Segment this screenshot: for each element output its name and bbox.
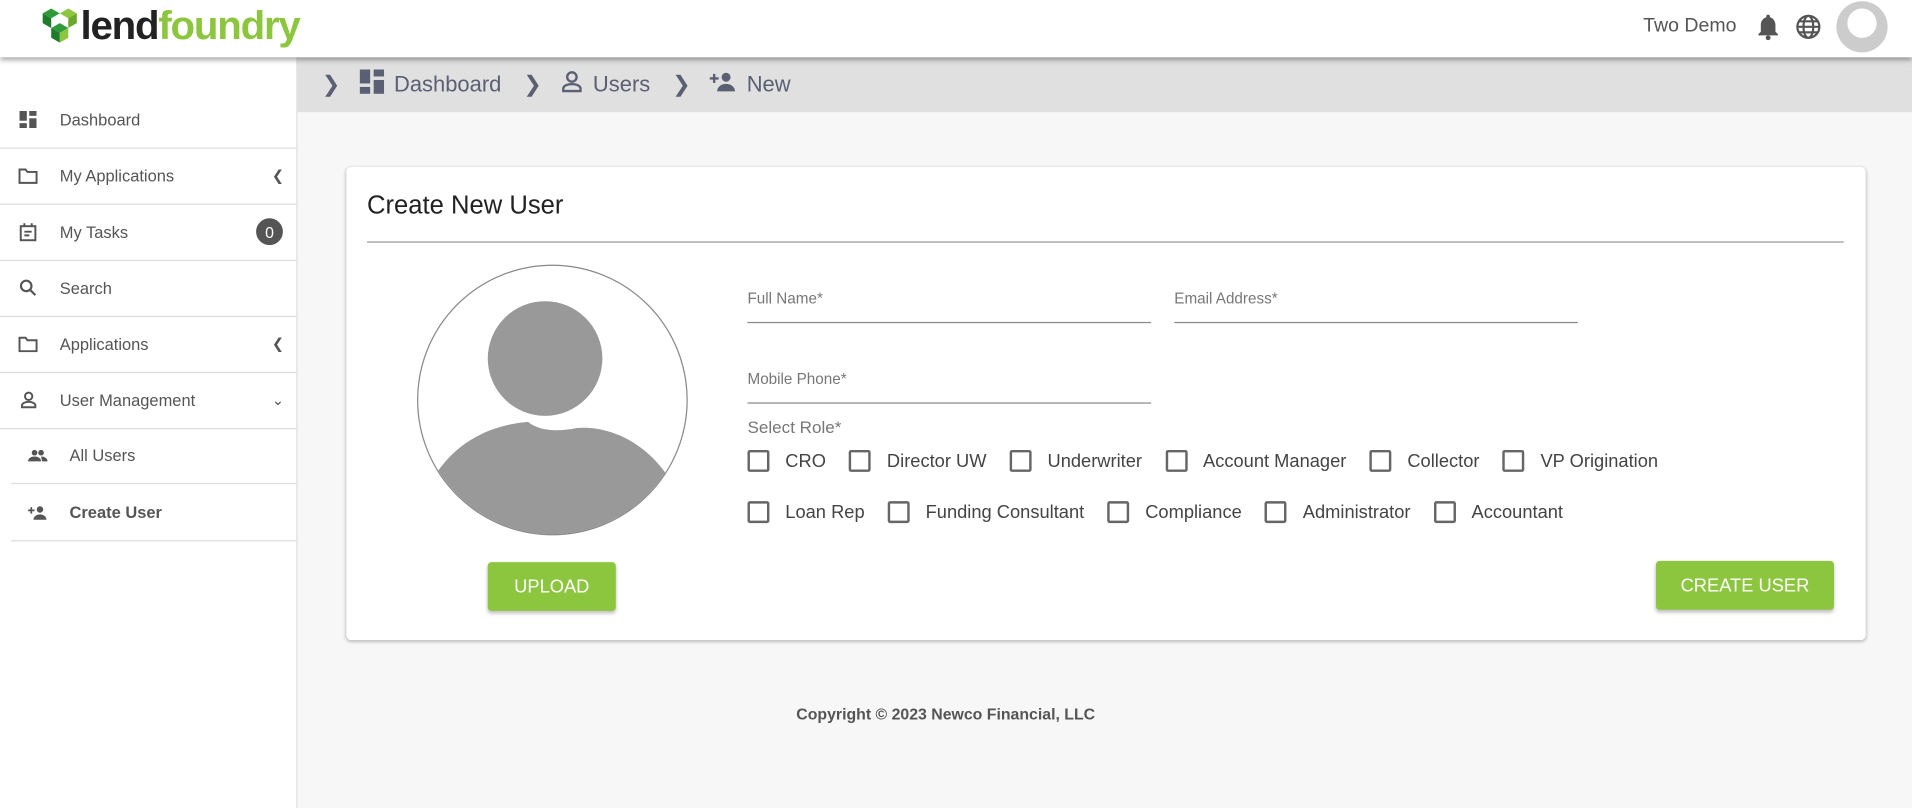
role-label: Compliance bbox=[1145, 501, 1242, 523]
sidebar-item-label: Applications bbox=[59, 334, 149, 354]
role-label: Collector bbox=[1407, 450, 1480, 472]
people-icon bbox=[28, 449, 48, 462]
email-label: Email Address* bbox=[1174, 290, 1278, 308]
dashboard-icon bbox=[359, 69, 385, 100]
chevron-down-icon: ⌄ bbox=[271, 391, 285, 409]
sidebar-item-label: My Tasks bbox=[59, 222, 129, 241]
chevron-right-icon: ❯ bbox=[321, 71, 341, 97]
role-label: Director UW bbox=[886, 450, 987, 472]
logo-text-foundry: foundry bbox=[158, 2, 300, 48]
person-icon bbox=[18, 391, 38, 409]
sidebar-item-all-users[interactable]: All Users bbox=[10, 428, 297, 485]
mobile-phone-input[interactable]: Mobile Phone* bbox=[747, 370, 1152, 404]
logo[interactable]: lend foundry bbox=[39, 2, 301, 48]
sidebar-item-label: Search bbox=[59, 278, 112, 297]
person-icon bbox=[561, 71, 583, 99]
role-checkbox-director-uw[interactable]: Director UW bbox=[849, 449, 987, 472]
roles-row-2: Loan Rep Funding Consultant Compliance A… bbox=[747, 501, 1586, 524]
email-input[interactable]: Email Address* bbox=[1174, 290, 1578, 324]
role-checkbox-underwriter[interactable]: Underwriter bbox=[1009, 449, 1143, 472]
chevron-left-icon: ❮ bbox=[271, 335, 285, 353]
person-add-icon bbox=[710, 72, 737, 98]
divider bbox=[367, 241, 1844, 243]
sidebar-item-label: My Applications bbox=[59, 166, 175, 185]
role-label: Accountant bbox=[1471, 501, 1564, 523]
role-checkbox-accountant[interactable]: Accountant bbox=[1433, 501, 1564, 524]
role-checkbox-collector[interactable]: Collector bbox=[1369, 449, 1480, 472]
user-name[interactable]: Two Demo bbox=[1643, 16, 1736, 38]
role-checkbox-funding-consultant[interactable]: Funding Consultant bbox=[887, 501, 1085, 524]
footer-copyright: Copyright © 2023 Newco Financial, LLC bbox=[796, 704, 1096, 724]
role-label: VP Origination bbox=[1540, 450, 1659, 472]
sidebar-item-user-management[interactable]: User Management ⌄ bbox=[0, 372, 297, 430]
create-user-button[interactable]: CREATE USER bbox=[1655, 560, 1834, 610]
role-label: Funding Consultant bbox=[925, 501, 1085, 523]
folder-icon bbox=[18, 336, 38, 352]
person-add-icon bbox=[28, 504, 48, 520]
role-checkbox-account-manager[interactable]: Account Manager bbox=[1165, 449, 1347, 472]
sidebar-item-my-tasks[interactable]: My Tasks 0 bbox=[0, 204, 297, 261]
sidebar-item-dashboard[interactable]: Dashboard bbox=[0, 91, 297, 149]
sidebar-item-my-applications[interactable]: My Applications ❮ bbox=[0, 148, 297, 205]
sidebar: Dashboard My Applications ❮ My Tasks 0 Sea… bbox=[0, 57, 298, 808]
breadcrumb-new: New bbox=[746, 71, 791, 97]
sidebar-item-label: User Management bbox=[59, 390, 196, 410]
logo-cubes-icon bbox=[42, 8, 77, 43]
role-checkbox-cro[interactable]: CRO bbox=[747, 449, 826, 472]
tasks-count-badge: 0 bbox=[256, 218, 283, 246]
sidebar-item-applications[interactable]: Applications ❮ bbox=[0, 316, 297, 374]
chevron-left-icon: ❮ bbox=[271, 167, 285, 185]
search-icon bbox=[18, 279, 38, 296]
sidebar-item-create-user[interactable]: Create User bbox=[10, 484, 297, 542]
logo-text-lend: lend bbox=[80, 2, 159, 48]
breadcrumb-dashboard[interactable]: Dashboard bbox=[394, 72, 501, 98]
role-checkbox-vp-origination[interactable]: VP Origination bbox=[1502, 449, 1659, 472]
sidebar-item-search[interactable]: Search bbox=[0, 260, 297, 318]
role-checkbox-administrator[interactable]: Administrator bbox=[1264, 501, 1411, 524]
sidebar-item-label: Dashboard bbox=[59, 110, 141, 129]
chevron-right-icon: ❯ bbox=[672, 71, 691, 97]
avatar-placeholder bbox=[417, 264, 688, 536]
role-checkbox-compliance[interactable]: Compliance bbox=[1107, 501, 1242, 524]
calendar-icon bbox=[18, 222, 38, 241]
breadcrumb-users[interactable]: Users bbox=[593, 72, 650, 98]
top-bar: lend foundry Two Demo bbox=[0, 0, 1912, 58]
breadcrumb: ❯ Dashboard ❯ Users ❯ New bbox=[297, 57, 1912, 113]
upload-button[interactable]: UPLOAD bbox=[487, 562, 616, 611]
bell-icon[interactable] bbox=[1756, 13, 1780, 41]
select-role-label: Select Role* bbox=[747, 417, 842, 437]
role-checkbox-loan-rep[interactable]: Loan Rep bbox=[747, 501, 865, 524]
role-label: Loan Rep bbox=[785, 501, 865, 523]
create-user-card: Create New User UPLOAD Full Name* Email … bbox=[346, 167, 1866, 641]
dashboard-icon bbox=[18, 110, 38, 129]
full-name-label: Full Name* bbox=[747, 290, 823, 308]
full-name-input[interactable]: Full Name* bbox=[747, 290, 1152, 324]
globe-icon[interactable] bbox=[1795, 13, 1822, 40]
page-title: Create New User bbox=[367, 191, 564, 220]
sidebar-item-label: Create User bbox=[69, 503, 162, 522]
chevron-right-icon: ❯ bbox=[523, 71, 542, 97]
role-label: Account Manager bbox=[1202, 450, 1347, 472]
sidebar-item-label: All Users bbox=[69, 446, 136, 465]
user-avatar[interactable] bbox=[1836, 1, 1888, 53]
role-label: Underwriter bbox=[1047, 450, 1143, 472]
roles-row-1: CRO Director UW Underwriter Account Mana… bbox=[747, 449, 1681, 472]
role-label: CRO bbox=[785, 450, 826, 472]
mobile-phone-label: Mobile Phone* bbox=[747, 370, 847, 388]
role-label: Administrator bbox=[1302, 501, 1411, 523]
folder-icon bbox=[18, 167, 38, 184]
